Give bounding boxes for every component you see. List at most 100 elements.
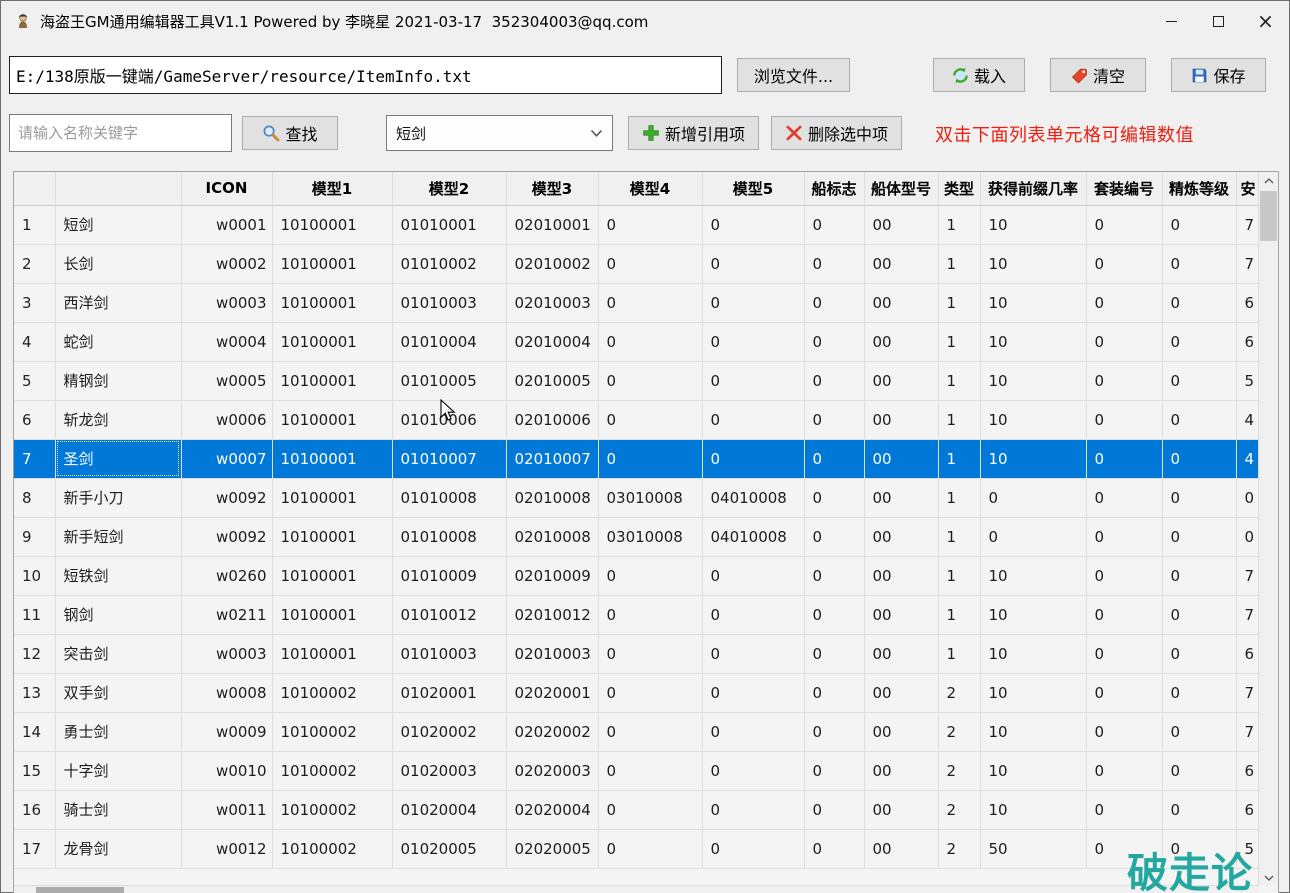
icon-id-cell[interactable]: w0006 (181, 400, 272, 439)
value-cell[interactable]: 0 (598, 283, 702, 322)
value-cell[interactable]: 00 (864, 673, 938, 712)
value-cell[interactable]: 0 (804, 400, 864, 439)
row-number-cell[interactable]: 5 (14, 361, 55, 400)
column-header[interactable]: 安 (1236, 172, 1260, 205)
value-cell[interactable]: 10 (980, 322, 1086, 361)
item-name-cell[interactable]: 龙骨剑 (55, 829, 181, 868)
value-cell[interactable]: 02010002 (506, 244, 598, 283)
value-cell[interactable]: 01020003 (392, 751, 506, 790)
item-name-cell[interactable]: 西洋剑 (55, 283, 181, 322)
value-cell[interactable]: 10 (980, 673, 1086, 712)
table-row[interactable]: 10短铁剑w0260101000010101000902010009000001… (14, 556, 1260, 595)
value-cell[interactable]: 2 (938, 829, 980, 868)
value-cell[interactable]: 0 (1162, 517, 1236, 556)
value-cell[interactable]: 10100001 (272, 283, 392, 322)
value-cell[interactable]: 10100002 (272, 790, 392, 829)
icon-id-cell[interactable]: w0002 (181, 244, 272, 283)
value-cell[interactable]: 10100001 (272, 322, 392, 361)
value-cell[interactable]: 02010004 (506, 322, 598, 361)
value-cell[interactable]: 1 (938, 517, 980, 556)
value-cell[interactable]: 00 (864, 751, 938, 790)
table-row[interactable]: 15十字剑w0010101000020102000302020003000002… (14, 751, 1260, 790)
value-cell[interactable]: 0 (598, 556, 702, 595)
value-cell[interactable]: 0 (1086, 439, 1162, 478)
value-cell[interactable]: 10100002 (272, 751, 392, 790)
value-cell[interactable]: 0 (702, 556, 804, 595)
value-cell[interactable]: 6 (1236, 790, 1260, 829)
value-cell[interactable]: 10 (980, 790, 1086, 829)
value-cell[interactable]: 0 (1162, 595, 1236, 634)
value-cell[interactable]: 1 (938, 283, 980, 322)
value-cell[interactable]: 03010008 (598, 517, 702, 556)
value-cell[interactable]: 0 (804, 556, 864, 595)
value-cell[interactable]: 0 (598, 634, 702, 673)
item-select-dropdown[interactable]: 短剑 (386, 115, 613, 151)
value-cell[interactable]: 0 (598, 751, 702, 790)
value-cell[interactable]: 1 (938, 361, 980, 400)
value-cell[interactable]: 0 (1086, 517, 1162, 556)
value-cell[interactable]: 0 (702, 244, 804, 283)
row-number-cell[interactable]: 9 (14, 517, 55, 556)
value-cell[interactable]: 0 (980, 478, 1086, 517)
file-path-input[interactable] (9, 56, 722, 94)
value-cell[interactable]: 0 (804, 478, 864, 517)
column-header[interactable]: 模型2 (392, 172, 506, 205)
item-name-cell[interactable]: 勇士剑 (55, 712, 181, 751)
value-cell[interactable]: 10100001 (272, 439, 392, 478)
value-cell[interactable]: 01010003 (392, 634, 506, 673)
table-row[interactable]: 8新手小刀w0092101000010101000802010008030100… (14, 478, 1260, 517)
value-cell[interactable]: 01010002 (392, 244, 506, 283)
value-cell[interactable]: 0 (804, 517, 864, 556)
value-cell[interactable]: 7 (1236, 595, 1260, 634)
value-cell[interactable]: 0 (804, 205, 864, 244)
value-cell[interactable]: 0 (1086, 556, 1162, 595)
icon-id-cell[interactable]: w0007 (181, 439, 272, 478)
column-header[interactable]: 精炼等级 (1162, 172, 1236, 205)
value-cell[interactable]: 0 (1086, 595, 1162, 634)
value-cell[interactable]: 01010009 (392, 556, 506, 595)
table-row[interactable]: 7圣剑w000710100001010100070201000700000110… (14, 439, 1260, 478)
scroll-up-icon[interactable] (1259, 172, 1278, 189)
column-header[interactable]: 模型4 (598, 172, 702, 205)
column-header[interactable]: ICON (181, 172, 272, 205)
value-cell[interactable]: 0 (1086, 634, 1162, 673)
value-cell[interactable]: 0 (702, 205, 804, 244)
find-button[interactable]: 查找 (242, 116, 338, 150)
value-cell[interactable]: 02020001 (506, 673, 598, 712)
horizontal-scroll-thumb[interactable] (36, 887, 124, 893)
minimize-button[interactable] (1148, 1, 1195, 41)
value-cell[interactable]: 02010001 (506, 205, 598, 244)
value-cell[interactable]: 6 (1236, 283, 1260, 322)
value-cell[interactable]: 10100001 (272, 244, 392, 283)
value-cell[interactable]: 02010008 (506, 517, 598, 556)
value-cell[interactable]: 0 (804, 829, 864, 868)
row-number-cell[interactable]: 1 (14, 205, 55, 244)
value-cell[interactable]: 10 (980, 361, 1086, 400)
value-cell[interactable]: 0 (598, 829, 702, 868)
value-cell[interactable]: 10 (980, 400, 1086, 439)
value-cell[interactable]: 7 (1236, 712, 1260, 751)
value-cell[interactable]: 10100002 (272, 829, 392, 868)
value-cell[interactable]: 00 (864, 283, 938, 322)
row-number-cell[interactable]: 15 (14, 751, 55, 790)
row-number-cell[interactable]: 16 (14, 790, 55, 829)
icon-id-cell[interactable]: w0211 (181, 595, 272, 634)
item-name-cell[interactable]: 新手短剑 (55, 517, 181, 556)
value-cell[interactable]: 0 (1086, 790, 1162, 829)
value-cell[interactable]: 02010009 (506, 556, 598, 595)
icon-id-cell[interactable]: w0005 (181, 361, 272, 400)
row-number-cell[interactable]: 13 (14, 673, 55, 712)
value-cell[interactable]: 0 (804, 751, 864, 790)
value-cell[interactable]: 10100001 (272, 400, 392, 439)
value-cell[interactable]: 1 (938, 556, 980, 595)
table-row[interactable]: 17龙骨剑w0012101000020102000502020005000002… (14, 829, 1260, 868)
value-cell[interactable]: 10100001 (272, 556, 392, 595)
value-cell[interactable]: 0 (702, 634, 804, 673)
value-cell[interactable]: 0 (1162, 829, 1236, 868)
value-cell[interactable]: 0 (1086, 712, 1162, 751)
value-cell[interactable]: 10 (980, 205, 1086, 244)
column-header[interactable]: 模型5 (702, 172, 804, 205)
row-number-cell[interactable]: 6 (14, 400, 55, 439)
value-cell[interactable]: 02010003 (506, 634, 598, 673)
value-cell[interactable]: 02010012 (506, 595, 598, 634)
